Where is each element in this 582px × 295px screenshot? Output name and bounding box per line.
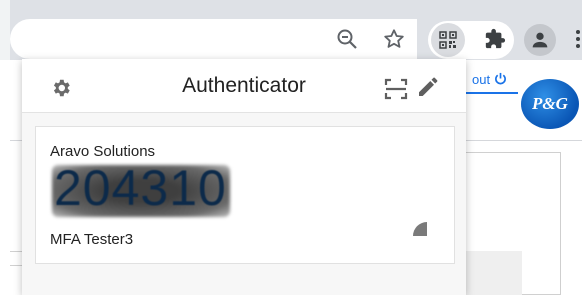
logo-text: P&G: [532, 94, 568, 113]
zoom-icon[interactable]: [334, 26, 360, 52]
bookmark-star-icon[interactable]: [380, 25, 408, 53]
authenticator-extension-icon[interactable]: [431, 23, 465, 57]
logout-link[interactable]: out: [472, 72, 507, 87]
browser-toolbar: [0, 0, 582, 60]
account-issuer: Aravo Solutions: [50, 143, 156, 160]
page-content-block: [466, 251, 522, 295]
otp-code[interactable]: 204310: [54, 163, 227, 213]
scan-qr-icon[interactable]: [384, 77, 408, 101]
logout-underline: [466, 92, 518, 94]
authenticator-popup: Authenticator Aravo Solutions 204310 MFA…: [22, 59, 466, 295]
toolbar-edge: [0, 0, 10, 60]
pg-logo[interactable]: P&G: [521, 79, 579, 129]
power-icon: [494, 72, 507, 87]
logout-label: out: [472, 72, 491, 87]
menu-dots-icon[interactable]: [574, 28, 582, 50]
pie-timer-icon: [412, 221, 428, 237]
pencil-icon[interactable]: [416, 75, 442, 101]
account-card[interactable]: Aravo Solutions 204310 MFA Tester3: [35, 126, 455, 264]
profile-icon[interactable]: [524, 24, 556, 56]
popup-header: Authenticator: [22, 59, 466, 113]
account-name: MFA Tester3: [50, 231, 134, 248]
puzzle-icon[interactable]: [480, 24, 510, 54]
